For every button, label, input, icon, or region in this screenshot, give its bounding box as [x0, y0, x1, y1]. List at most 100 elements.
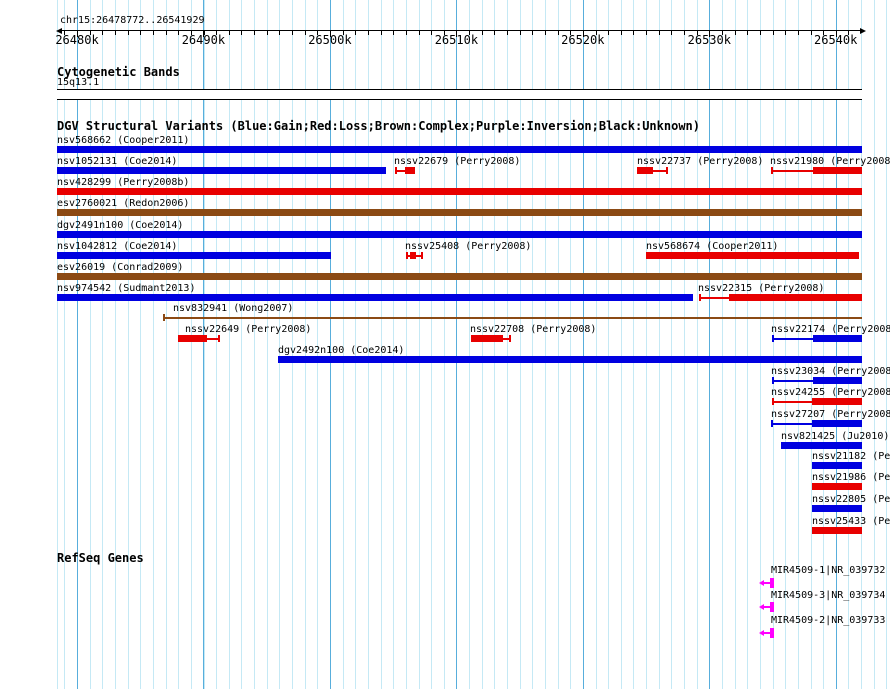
genome-browser-panel: chr15:26478772..26541929 26480k 26490k 265… [0, 0, 890, 689]
variant-bar[interactable] [637, 167, 653, 174]
cytogenetic-band-label: 15q13.1 [57, 77, 100, 88]
ruler-tick [747, 31, 749, 35]
gene-label: MIR4509-1|NR_039732 [771, 565, 886, 576]
variant-whisker-cap [471, 335, 473, 342]
variant-bar[interactable] [180, 335, 207, 342]
grid-line [861, 0, 862, 689]
ruler-tick-label: 26520k [561, 33, 605, 47]
gene-glyph[interactable] [759, 602, 775, 612]
ruler-tick [102, 31, 104, 35]
variant-whisker-line[interactable] [771, 170, 813, 172]
variant-bar[interactable] [729, 294, 862, 301]
grid-line [241, 0, 243, 689]
variant-label: nssv27207 (Perry2008 [771, 409, 890, 420]
variant-whisker-line[interactable] [772, 380, 813, 382]
grid-line [873, 0, 875, 689]
variant-bar[interactable] [57, 294, 693, 301]
variant-whisker-cap [771, 167, 773, 174]
ruler-tick [532, 31, 534, 35]
ruler-tick [557, 31, 559, 35]
variant-bar[interactable] [405, 167, 415, 174]
variant-label: nssv22315 (Perry2008) [698, 283, 825, 294]
ruler-tick [608, 31, 610, 35]
variant-bar[interactable] [472, 335, 503, 342]
grid-line [658, 0, 660, 689]
grid-line [608, 0, 610, 689]
ruler-tick [304, 31, 306, 35]
variant-bar[interactable] [57, 252, 331, 259]
variant-bar[interactable] [646, 252, 859, 259]
ruler-tick-label: 26530k [687, 33, 731, 47]
variant-label: nssv22174 (Perry2008 [771, 324, 890, 335]
grid-line [671, 0, 673, 689]
variant-bar[interactable] [813, 335, 862, 342]
gene-exon-block [770, 602, 774, 612]
ruler-tick [772, 31, 774, 35]
variant-label: nssv22737 (Perry2008) [637, 156, 764, 167]
grid-line [797, 0, 799, 689]
variant-bar[interactable] [812, 527, 862, 534]
variant-bar[interactable] [57, 146, 862, 153]
variant-bar[interactable] [410, 252, 416, 259]
variant-whisker-cap [772, 398, 774, 405]
gene-glyph[interactable] [759, 578, 775, 588]
variant-bar[interactable] [57, 167, 386, 174]
variant-whisker-line[interactable] [772, 338, 813, 340]
variant-whisker-cap [509, 335, 511, 342]
variant-label: esv2760021 (Redon2006) [57, 198, 190, 209]
variant-whisker-line[interactable] [653, 170, 666, 172]
variant-bar[interactable] [57, 231, 862, 238]
grid-line [431, 0, 433, 689]
variant-bar[interactable] [812, 462, 862, 469]
variant-bar[interactable] [57, 209, 862, 216]
ruler-tick [152, 31, 154, 35]
ruler-tick [759, 31, 761, 35]
grid-line [115, 0, 116, 689]
grid-line [405, 0, 407, 689]
variant-label: nssv21980 (Perry2008 [770, 156, 890, 167]
variant-whisker-line[interactable] [771, 423, 812, 425]
variant-whisker-line[interactable] [207, 338, 218, 340]
cytogenetic-band-box[interactable] [57, 89, 862, 100]
variant-bar[interactable] [813, 377, 862, 384]
ruler-tick [266, 31, 268, 35]
variant-whisker-line[interactable] [699, 297, 729, 299]
variant-whisker-cap [178, 335, 180, 342]
variant-bar[interactable] [812, 420, 862, 427]
ruler-tick [355, 31, 357, 35]
variant-whisker-cap [772, 335, 774, 342]
ruler-tick-label: 26510k [434, 33, 479, 47]
variant-bar[interactable] [781, 442, 862, 449]
grid-line [216, 0, 218, 689]
ruler-tick-label: 26540k [814, 33, 858, 47]
grid-line [89, 0, 91, 689]
variant-bar[interactable] [57, 273, 862, 280]
variant-whisker-line[interactable] [163, 317, 862, 319]
grid-line [519, 0, 521, 689]
variant-whisker-line[interactable] [772, 401, 812, 403]
ruler-tick [418, 31, 420, 35]
ruler-tick [127, 31, 129, 35]
grid-line [481, 0, 483, 689]
variant-bar[interactable] [278, 356, 862, 363]
dgv-track-title: DGV Structural Variants (Blue:Gain;Red:L… [57, 119, 700, 133]
variant-bar[interactable] [812, 483, 862, 490]
grid-line [595, 0, 597, 689]
ruler-tick-label: 26490k [181, 33, 226, 47]
grid-line [544, 0, 546, 689]
grid-line [747, 0, 749, 689]
ruler-tick [671, 31, 673, 35]
ruler-tick [519, 31, 521, 35]
grid-line [140, 0, 142, 689]
variant-bar[interactable] [812, 505, 862, 512]
grid-line-major [77, 0, 78, 689]
variant-bar[interactable] [813, 167, 862, 174]
variant-label: nssv21986 (Pe [812, 472, 890, 483]
gene-glyph[interactable] [759, 628, 775, 638]
ruler-tick [292, 31, 293, 35]
grid-line [696, 0, 698, 689]
ruler-tick [140, 31, 142, 35]
variant-bar[interactable] [57, 188, 862, 195]
variant-bar[interactable] [812, 398, 862, 405]
grid-line [620, 0, 622, 689]
